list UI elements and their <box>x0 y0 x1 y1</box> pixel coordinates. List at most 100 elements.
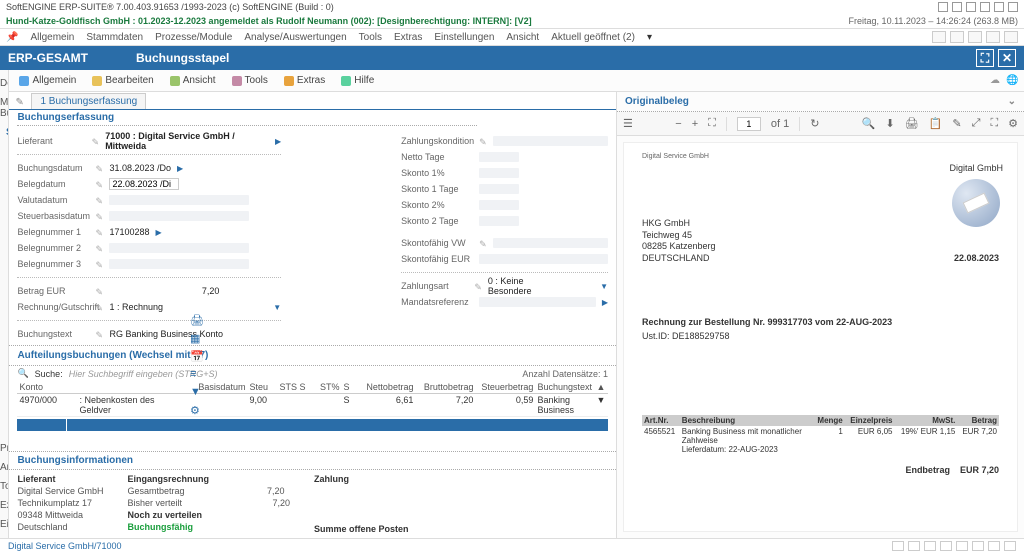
scroll-up-icon[interactable]: ▲ <box>594 381 608 393</box>
belegdatum-input[interactable] <box>109 178 179 190</box>
toolbar-hilfe[interactable]: Hilfe <box>337 73 378 88</box>
bell-icon[interactable] <box>966 2 976 12</box>
empty-field[interactable] <box>109 243 249 253</box>
minimize-button[interactable] <box>980 2 990 12</box>
close-module-button[interactable]: ✕ <box>998 49 1016 67</box>
col-s2[interactable]: S <box>297 381 311 393</box>
toolbar-bearbeiten[interactable]: Bearbeiten <box>88 73 157 88</box>
search-icon[interactable]: 🔍 <box>862 117 876 130</box>
zoom-in-icon[interactable]: + <box>692 118 698 130</box>
col-steuerb[interactable]: Steuerbetrag <box>475 381 535 393</box>
print-icon[interactable]: 🖨 <box>905 117 919 130</box>
edit-icon[interactable]: ✎ <box>95 228 103 236</box>
dropdown-icon[interactable]: ▼ <box>600 282 608 291</box>
sidebar-icon[interactable]: ☰ <box>623 117 633 130</box>
sidebar-item-adress-artikel[interactable]: Adress/Artikel <box>0 174 9 189</box>
col-brutto[interactable]: Bruttobetrag <box>415 381 475 393</box>
calendar-icon[interactable]: 📅 <box>190 350 202 362</box>
menu-einstellungen[interactable]: Einstellungen <box>434 32 494 43</box>
arrow-icon[interactable]: ▶ <box>602 298 608 307</box>
expand-icon[interactable]: ⤢ <box>972 117 981 130</box>
edit-icon[interactable]: ✎ <box>95 260 103 268</box>
selection-bar[interactable] <box>17 419 608 431</box>
toolbar-allgemein[interactable]: Allgemein <box>15 73 80 88</box>
edit-icon[interactable]: ✎ <box>952 117 961 130</box>
rotate-icon[interactable]: ↻ <box>810 117 819 130</box>
toolbar-tools[interactable]: Tools <box>228 73 272 88</box>
dropdown-icon[interactable]: ▾ <box>647 32 652 43</box>
sidebar-designer[interactable]: Designer <box>0 74 8 93</box>
edit-icon[interactable]: ✎ <box>95 244 103 252</box>
sidebar-item-sachkonten[interactable]: Sachkonten <box>0 249 9 264</box>
menu-aktuell[interactable]: Aktuell geöffnet (2) <box>551 32 635 43</box>
sidebar-item-stuecklisten[interactable]: Stücklisten <box>0 324 9 339</box>
sidebar-item-projekt-artikel[interactable]: Projekt/Artikel <box>0 294 9 309</box>
sidebar-item-personal[interactable]: Personal <box>0 219 9 234</box>
sidebar-tools[interactable]: Tools <box>0 477 8 496</box>
sidebar-extras[interactable]: Extras <box>0 496 8 515</box>
edit-icon[interactable]: ✎ <box>95 287 103 295</box>
empty-field[interactable] <box>493 238 608 248</box>
globe-icon[interactable]: 🌐 <box>1006 75 1018 87</box>
sidebar-item-personenkonten[interactable]: Personenkonten <box>0 264 9 279</box>
toolbar-ansicht[interactable]: Ansicht <box>166 73 220 88</box>
sync-icon[interactable] <box>938 2 948 12</box>
edit-icon[interactable]: ✎ <box>92 137 100 145</box>
empty-field[interactable] <box>479 254 608 264</box>
dropdown-icon[interactable]: ▼ <box>273 303 281 312</box>
empty-field[interactable] <box>479 152 519 162</box>
edit-icon[interactable]: ✎ <box>95 303 103 311</box>
edit-icon[interactable]: ✎ <box>95 212 103 220</box>
shortcut-icon[interactable] <box>1004 31 1018 43</box>
status-icon[interactable] <box>892 541 904 551</box>
shortcut-icon[interactable] <box>986 31 1000 43</box>
zoom-out-icon[interactable]: − <box>675 118 681 130</box>
col-st[interactable]: ST% <box>311 381 341 393</box>
sidebar-item-seriennummern[interactable]: Seriennummern <box>0 339 9 354</box>
table-row[interactable]: 4970/000 : Nebenkosten des Geldver 9,00 … <box>17 394 608 417</box>
chevron-up-icon[interactable]: ⌄ <box>1008 96 1016 107</box>
edit-icon[interactable]: ✎ <box>479 137 487 145</box>
sidebar-item-warengruppen[interactable]: Warengruppen <box>0 189 9 204</box>
sidebar-workflows[interactable]: Meine Businessworkflows <box>0 93 8 123</box>
menu-stammdaten[interactable]: Stammdaten <box>86 32 143 43</box>
sidebar-item-projekt-warengruppen[interactable]: Projekt/Warengruppen <box>0 309 9 324</box>
tab-buchungserfassung[interactable]: 1 Buchungserfassung <box>31 93 146 109</box>
col-netto[interactable]: Nettobetrag <box>355 381 415 393</box>
menu-tools[interactable]: Tools <box>359 32 382 43</box>
menu-allgemein[interactable]: Allgemein <box>30 32 74 43</box>
search-icon[interactable]: 🔍 <box>17 368 28 379</box>
edit-icon[interactable]: ✎ <box>474 282 482 290</box>
empty-field[interactable] <box>109 211 249 221</box>
sidebar-item-chargen[interactable]: Chargen <box>0 354 9 369</box>
close-button[interactable] <box>1008 2 1018 12</box>
edit-icon[interactable]: ✎ <box>95 196 103 204</box>
scroll-down-icon[interactable]: ▼ <box>594 394 608 416</box>
menu-analyse[interactable]: Analyse/Auswertungen <box>244 32 346 43</box>
pencil-icon[interactable]: ✎ <box>15 97 27 109</box>
sidebar-item-adressen[interactable]: Adressen <box>0 144 9 159</box>
edit-icon[interactable]: ✎ <box>95 180 103 188</box>
sidebar-prozesse[interactable]: Prozesse/Module <box>0 439 8 458</box>
shortcut-icon[interactable] <box>968 31 982 43</box>
edit-icon[interactable]: ✎ <box>95 330 103 338</box>
edit-icon[interactable]: ✎ <box>95 164 103 172</box>
sidebar-item-projekte[interactable]: Projekte <box>0 279 9 294</box>
menu-ansicht[interactable]: Ansicht <box>506 32 539 43</box>
status-icon[interactable] <box>940 541 952 551</box>
print-icon[interactable]: 🖨 <box>190 314 202 326</box>
status-icon[interactable] <box>988 541 1000 551</box>
status-icon[interactable] <box>924 541 936 551</box>
sidebar-item-vertreter[interactable]: Vertreter <box>0 234 9 249</box>
download-icon[interactable]: ⬇ <box>886 117 895 130</box>
arrow-icon[interactable]: ▶ <box>177 164 183 173</box>
status-icon[interactable] <box>956 541 968 551</box>
empty-field[interactable] <box>109 259 249 269</box>
settings-icon[interactable]: ⚙ <box>190 404 202 416</box>
empty-field[interactable] <box>479 216 519 226</box>
fullscreen-icon[interactable]: ⛶ <box>990 117 998 130</box>
col-steu[interactable]: Steu <box>247 381 277 393</box>
expand-button[interactable]: ⛶ <box>976 49 994 67</box>
arrow-icon[interactable]: ▶ <box>275 137 281 146</box>
menu-extras[interactable]: Extras <box>394 32 422 43</box>
